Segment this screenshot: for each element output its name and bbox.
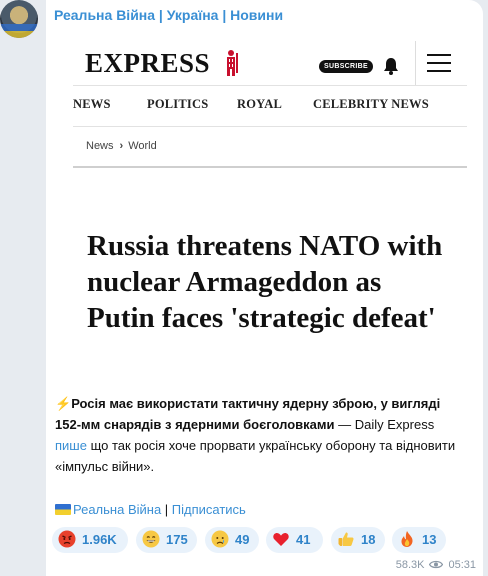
message-text: ⚡Росія має використати тактичну ядерну з…	[55, 393, 465, 477]
reaction-count: 18	[361, 532, 376, 547]
nav-divider-bottom	[73, 126, 467, 127]
channel-link[interactable]: Реальна Війна	[73, 502, 161, 517]
channel-name[interactable]: Реальна Війна | Україна | Новини	[54, 7, 283, 23]
link-preview-image[interactable]: EXPRESS SUBSCRIBE NEWS POLITICS ROYAL CE…	[55, 29, 474, 378]
eye-icon	[429, 560, 444, 569]
signature-separator: |	[161, 502, 172, 517]
message-signature: Реальна Війна | Підписатись	[55, 499, 246, 520]
channel-avatar[interactable]	[0, 0, 38, 38]
message-meta: 58.3K 05:31	[396, 559, 476, 571]
nav-item-celebrity-news: CELEBRITY NEWS	[313, 97, 429, 111]
red-heart-icon	[273, 533, 289, 546]
reaction-count: 13	[422, 532, 437, 547]
nav-item-politics: POLITICS	[147, 97, 209, 111]
angry-face-icon	[58, 530, 76, 548]
message-source: — Daily Express	[334, 417, 435, 432]
fire-icon	[401, 531, 413, 547]
reaction-angry[interactable]: 1.96K	[52, 527, 128, 553]
express-header: EXPRESS SUBSCRIBE	[73, 41, 467, 85]
reaction-count: 175	[166, 532, 188, 547]
bell-icon	[384, 58, 398, 75]
grinning-face-icon	[142, 530, 160, 548]
breadcrumb-world: World	[128, 140, 157, 152]
breadcrumb-news: News	[86, 140, 114, 152]
express-logo: EXPRESS	[85, 48, 211, 78]
reaction-crying[interactable]: 49	[205, 527, 259, 553]
crusader-logo-icon	[227, 50, 238, 76]
reaction-thumbs-up[interactable]: 18	[331, 527, 385, 553]
views-count: 58.3K	[395, 559, 425, 571]
header-divider	[415, 41, 416, 85]
subscribe-button: SUBSCRIBE	[319, 60, 373, 73]
message-bubble: Реальна Війна | Україна | Новини EXPRESS…	[46, 0, 483, 576]
reaction-fire[interactable]: 13	[392, 527, 446, 553]
hamburger-menu-icon	[427, 54, 451, 72]
ukraine-flag-overlay	[0, 24, 38, 38]
chevron-right-icon: ›	[119, 140, 124, 152]
reaction-count: 41	[296, 532, 311, 547]
subscribe-link[interactable]: Підписатись	[172, 502, 246, 517]
crying-face-icon	[211, 530, 229, 548]
express-nav: NEWS POLITICS ROYAL CELEBRITY NEWS	[73, 86, 467, 126]
reaction-count: 49	[235, 532, 250, 547]
message-rest-text: що так росія хоче прорвати українську об…	[55, 438, 456, 474]
reaction-count: 1.96K	[82, 532, 117, 547]
thumbs-up-icon	[338, 532, 354, 546]
nav-item-royal: ROYAL	[237, 97, 282, 111]
article-headline: Russia threatens NATO with nuclear Armag…	[87, 230, 443, 334]
breadcrumb-divider	[73, 166, 467, 168]
lightning-emoji-icon: ⚡	[55, 396, 72, 411]
breadcrumb: News › World	[86, 140, 157, 152]
ukraine-flag-icon	[55, 504, 71, 515]
source-link[interactable]: пише	[55, 438, 87, 453]
reaction-heart[interactable]: 41	[266, 527, 323, 553]
message-time: 05:31	[448, 559, 476, 571]
nav-item-news: NEWS	[73, 97, 111, 111]
reaction-grinning[interactable]: 175	[136, 527, 197, 553]
